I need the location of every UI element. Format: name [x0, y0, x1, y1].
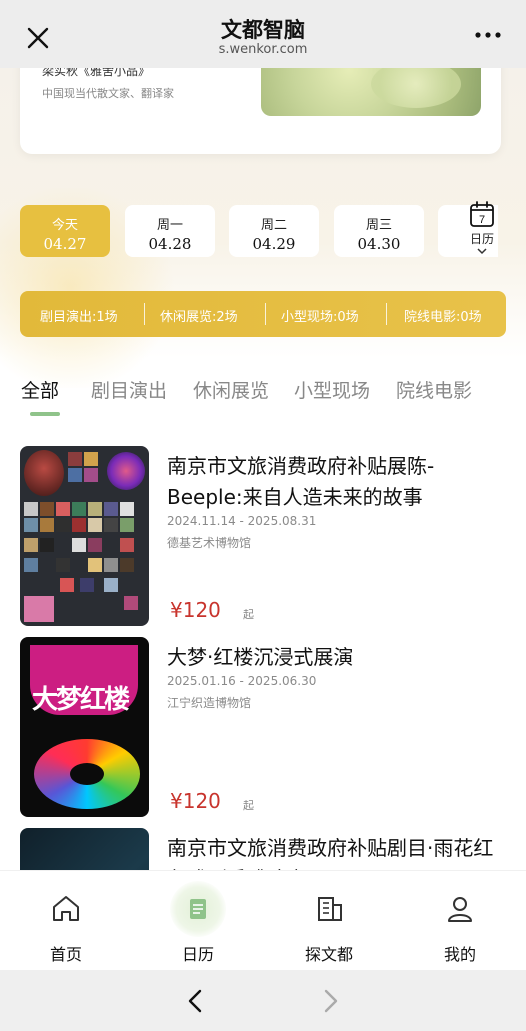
date-wed[interactable]: 周三 04.30	[334, 205, 424, 257]
date-mon[interactable]: 周一 04.28	[125, 205, 215, 257]
event-price: ¥120	[170, 598, 221, 622]
calendar-button[interactable]: 7 日历	[462, 200, 502, 266]
event-venue: 江宁织造博物馆	[167, 696, 252, 710]
date-value: 04.27	[43, 235, 87, 253]
back-icon[interactable]	[184, 988, 208, 1014]
date-tue[interactable]: 周二 04.29	[229, 205, 319, 257]
home-icon	[53, 896, 79, 921]
nav-label: 探文都	[304, 945, 353, 964]
event-title: 南京市文旅消费政府补贴剧目·雨花红色戏剧季·《时琼一……	[167, 836, 494, 870]
nav-profile[interactable]: 我的	[410, 871, 510, 971]
nav-calendar[interactable]: 日历	[148, 871, 248, 971]
tab-exhibition[interactable]: 休闲展览	[193, 376, 269, 403]
page-url: s.wenkor.com	[218, 42, 308, 57]
nav-label: 首页	[49, 945, 82, 964]
list-item[interactable]: 南京市文旅消费政府补贴剧目·雨花红色戏剧季·《时琼一……	[0, 828, 526, 870]
tab-performance[interactable]: 剧目演出	[91, 376, 167, 403]
date-weekday: 周三	[365, 218, 392, 233]
date-value: 04.29	[252, 235, 296, 253]
browser-toolbar	[0, 970, 526, 1031]
poster-image	[20, 828, 149, 870]
price-suffix: 起	[243, 608, 254, 621]
event-date: 2024.11.14 - 2025.08.31	[167, 514, 317, 528]
tab-indicator	[30, 412, 60, 416]
calendar-icon: 7	[470, 201, 494, 227]
forward-icon[interactable]	[318, 988, 342, 1014]
date-value: 04.28	[148, 235, 192, 253]
user-icon	[448, 897, 472, 922]
category-tabs: 全部 剧目演出 休闲展览 小型现场 院线电影	[0, 376, 526, 420]
list-item[interactable]: 大梦红楼 大梦·红楼沉浸式展演 2025.01.16 - 2025.06.30 …	[0, 637, 526, 817]
date-weekday: 周一	[156, 218, 183, 233]
date-weekday: 周二	[260, 218, 287, 233]
tab-live[interactable]: 小型现场	[294, 376, 370, 403]
quote-description: 中国现当代散文家、翻译家	[42, 87, 174, 100]
tab-cinema[interactable]: 院线电影	[396, 376, 472, 403]
nav-explore[interactable]: 探文都	[279, 871, 379, 971]
page-title: 文都智脑	[221, 18, 305, 42]
bottom-nav: 首页 日历 探文都 我的	[0, 870, 526, 970]
date-weekday: 今天	[51, 218, 78, 233]
event-poster	[20, 446, 149, 626]
nav-home[interactable]: 首页	[16, 871, 116, 971]
list-item[interactable]: 南京市文旅消费政府补贴展陈-Beeple:来自人造未来的故事 2024.11.1…	[0, 446, 526, 626]
chevron-down-icon	[477, 248, 487, 255]
calendar-day: 7	[479, 214, 485, 226]
stat-live[interactable]: 小型现场:0场	[281, 306, 359, 325]
nav-label: 我的	[443, 945, 476, 964]
date-value: 04.30	[357, 235, 401, 253]
poster-text: 大梦红楼	[32, 685, 130, 715]
price-suffix: 起	[243, 799, 254, 812]
divider	[386, 303, 387, 325]
event-date: 2025.01.16 - 2025.06.30	[167, 674, 317, 688]
stat-performance[interactable]: 剧目演出:1场	[40, 306, 118, 325]
event-poster: 大梦红楼	[20, 637, 149, 817]
poster-image: 大梦红楼	[20, 637, 149, 817]
divider	[265, 303, 266, 325]
event-list: 南京市文旅消费政府补贴展陈-Beeple:来自人造未来的故事 2024.11.1…	[0, 446, 526, 870]
event-title: 大梦·红楼沉浸式展演	[167, 645, 354, 669]
stat-exhibition[interactable]: 休闲展览:2场	[160, 306, 238, 325]
building-icon	[318, 897, 342, 921]
tab-all[interactable]: 全部	[21, 376, 59, 403]
nav-label: 日历	[181, 945, 214, 964]
stats-bar: 剧目演出:1场 休闲展览:2场 小型现场:0场 院线电影:0场	[20, 291, 506, 337]
event-venue: 德基艺术博物馆	[167, 536, 252, 550]
more-icon[interactable]	[474, 30, 502, 40]
stat-cinema[interactable]: 院线电影:0场	[404, 306, 482, 325]
calendar-label: 日历	[469, 232, 494, 246]
event-title: 南京市文旅消费政府补贴展陈-Beeple:来自人造未来的故事	[167, 454, 435, 509]
poster-image	[20, 446, 149, 626]
divider	[144, 303, 145, 325]
date-strip: 今天 04.27 周一 04.28 周二 04.29 周三 04.30	[20, 205, 526, 257]
event-poster	[20, 828, 149, 870]
title-bar: 文都智脑 s.wenkor.com	[0, 0, 526, 68]
calendar-icon	[190, 899, 206, 919]
event-price: ¥120	[170, 789, 221, 813]
date-today[interactable]: 今天 04.27	[20, 205, 110, 257]
